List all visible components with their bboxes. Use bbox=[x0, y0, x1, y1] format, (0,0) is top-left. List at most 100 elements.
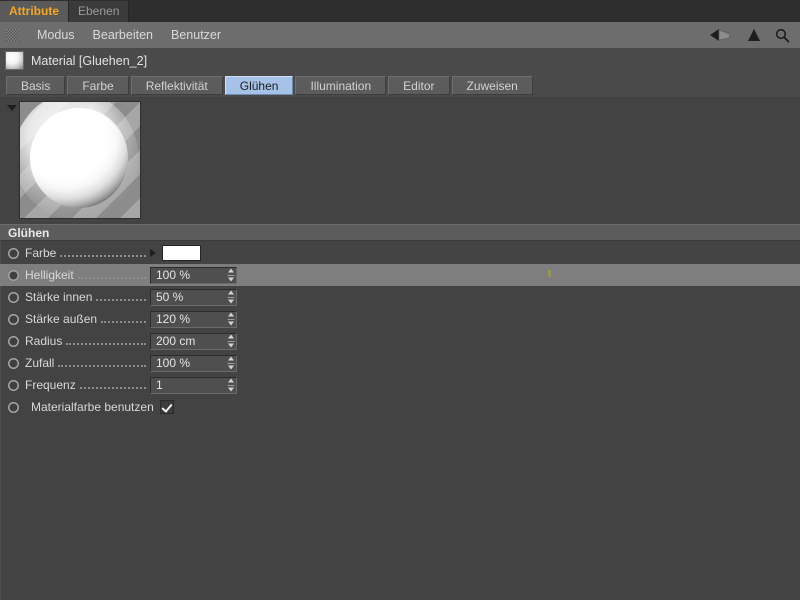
panel-tabstrip: Attribute Ebenen bbox=[0, 0, 800, 22]
object-title-bar: Material [Gluehen_2] bbox=[0, 48, 800, 74]
dotted-leader bbox=[96, 292, 146, 304]
material-preview-zone bbox=[0, 97, 800, 224]
dotted-leader bbox=[60, 248, 146, 260]
spinner-radius[interactable] bbox=[227, 334, 234, 348]
animation-track-bullet-icon[interactable] bbox=[8, 313, 19, 325]
tab-editor[interactable]: Editor bbox=[388, 75, 450, 95]
panel-tab-ebenen[interactable]: Ebenen bbox=[69, 1, 130, 22]
tab-illumination-label: Illumination bbox=[310, 78, 372, 93]
dotted-leader bbox=[79, 380, 146, 392]
checkbox-materialfarbe-benutzen[interactable] bbox=[159, 400, 174, 414]
material-sphere-icon bbox=[5, 51, 24, 70]
drag-grip-icon[interactable] bbox=[6, 29, 20, 41]
input-zufall[interactable]: 100 % bbox=[150, 354, 237, 372]
param-label-col-radius: Radius bbox=[0, 334, 150, 348]
input-helligkeit-value: 100 % bbox=[156, 268, 191, 282]
tab-editor-label: Editor bbox=[403, 78, 435, 93]
input-radius-value: 200 cm bbox=[156, 334, 196, 348]
panel-tab-ebenen-label: Ebenen bbox=[78, 4, 120, 18]
input-zufall-value: 100 % bbox=[156, 356, 191, 370]
section-header-gluehen: Glühen bbox=[0, 224, 800, 241]
param-label-col-farbe: Farbe bbox=[0, 246, 150, 260]
param-row-zufall: Zufall 100 % bbox=[0, 352, 800, 374]
input-staerke-innen[interactable]: 50 % bbox=[150, 288, 237, 306]
tab-gluehen[interactable]: Glühen bbox=[224, 75, 294, 95]
menu-item-modus-label: Modus bbox=[37, 27, 75, 42]
param-row-staerke-aussen: Stärke außen 120 % bbox=[0, 308, 800, 330]
tab-basis[interactable]: Basis bbox=[6, 75, 66, 95]
tab-illumination[interactable]: Illumination bbox=[295, 75, 387, 95]
up-arrow-icon[interactable] bbox=[747, 28, 761, 42]
animation-track-bullet-icon[interactable] bbox=[8, 247, 19, 259]
param-row-farbe: Farbe bbox=[0, 242, 800, 264]
param-label-col-helligkeit: Helligkeit bbox=[0, 268, 150, 282]
param-label-col-frequenz: Frequenz bbox=[0, 378, 150, 392]
menu-bar: Modus Bearbeiten Benutzer bbox=[0, 22, 800, 49]
input-radius[interactable]: 200 cm bbox=[150, 332, 237, 350]
expand-triangle-icon[interactable] bbox=[150, 249, 156, 257]
tab-farbe[interactable]: Farbe bbox=[67, 75, 129, 95]
animation-track-bullet-icon[interactable] bbox=[8, 401, 19, 413]
menu-item-benutzer[interactable]: Benutzer bbox=[162, 26, 230, 45]
param-label-farbe: Farbe bbox=[25, 246, 57, 260]
param-row-frequenz: Frequenz 1 bbox=[0, 374, 800, 396]
attribute-tab-row: Basis Farbe Reflektivität Glühen Illumin… bbox=[0, 73, 800, 97]
menu-item-modus[interactable]: Modus bbox=[28, 26, 84, 45]
param-label-frequenz: Frequenz bbox=[25, 378, 76, 392]
param-label-zufall: Zufall bbox=[25, 356, 55, 370]
param-row-staerke-innen: Stärke innen 50 % bbox=[0, 286, 800, 308]
color-swatch-farbe[interactable] bbox=[162, 245, 201, 261]
tab-farbe-label: Farbe bbox=[82, 78, 114, 93]
animation-track-bullet-icon[interactable] bbox=[8, 291, 19, 303]
object-title-label: Material [Gluehen_2] bbox=[31, 53, 148, 68]
tab-reflektivitaet[interactable]: Reflektivität bbox=[130, 75, 223, 95]
dotted-leader bbox=[58, 358, 146, 370]
animation-track-bullet-icon[interactable] bbox=[8, 335, 19, 347]
animation-track-bullet-icon[interactable] bbox=[8, 379, 19, 391]
animation-track-bullet-icon[interactable] bbox=[8, 357, 19, 369]
dotted-leader bbox=[77, 270, 146, 282]
input-frequenz[interactable]: 1 bbox=[150, 376, 237, 394]
panel-tab-attribute-label: Attribute bbox=[9, 4, 59, 18]
param-label-staerke-innen: Stärke innen bbox=[25, 290, 93, 304]
param-label-helligkeit: Helligkeit bbox=[25, 268, 74, 282]
param-row-materialfarbe-benutzen: Materialfarbe benutzen bbox=[0, 396, 800, 418]
dotted-leader bbox=[66, 336, 146, 348]
tab-zuweisen-label: Zuweisen bbox=[466, 78, 518, 93]
menu-bar-right-tools bbox=[709, 28, 800, 43]
param-label-materialfarbe-benutzen: Materialfarbe benutzen bbox=[31, 400, 154, 414]
tab-basis-label: Basis bbox=[21, 78, 51, 93]
preview-glow bbox=[20, 102, 138, 218]
param-label-staerke-aussen: Stärke außen bbox=[25, 312, 98, 326]
back-arrow-icon[interactable] bbox=[709, 28, 733, 42]
animation-track-bullet-icon[interactable] bbox=[8, 269, 19, 281]
attribute-manager-window: Attribute Ebenen Modus Bearbeiten Benutz… bbox=[0, 0, 800, 600]
input-frequenz-value: 1 bbox=[156, 378, 163, 392]
param-label-col-staerke-innen: Stärke innen bbox=[0, 290, 150, 304]
param-row-helligkeit: Helligkeit 100 % bbox=[0, 264, 800, 286]
cursor-artifact bbox=[548, 270, 551, 277]
spinner-zufall[interactable] bbox=[227, 356, 234, 370]
tab-gluehen-label: Glühen bbox=[239, 78, 279, 93]
menu-item-bearbeiten-label: Bearbeiten bbox=[92, 27, 153, 42]
spinner-frequenz[interactable] bbox=[227, 378, 234, 392]
input-staerke-aussen[interactable]: 120 % bbox=[150, 310, 237, 328]
menu-item-benutzer-label: Benutzer bbox=[171, 27, 222, 42]
input-staerke-innen-value: 50 % bbox=[156, 290, 184, 304]
param-label-col-staerke-aussen: Stärke außen bbox=[0, 312, 150, 326]
spinner-staerke-innen[interactable] bbox=[227, 290, 234, 304]
collapse-triangle-icon[interactable] bbox=[7, 105, 17, 111]
search-icon[interactable] bbox=[775, 28, 790, 43]
input-helligkeit[interactable]: 100 % bbox=[150, 266, 237, 284]
spinner-staerke-aussen[interactable] bbox=[227, 312, 234, 326]
material-preview-thumbnail[interactable] bbox=[19, 101, 141, 219]
parameter-list: Farbe Helligkeit 100 % Stärke innen 50 %… bbox=[0, 242, 800, 418]
menu-item-bearbeiten[interactable]: Bearbeiten bbox=[84, 26, 162, 45]
param-row-radius: Radius 200 cm bbox=[0, 330, 800, 352]
spinner-helligkeit[interactable] bbox=[227, 268, 234, 282]
tab-reflektivitaet-label: Reflektivität bbox=[145, 78, 208, 93]
tab-zuweisen[interactable]: Zuweisen bbox=[451, 75, 533, 95]
panel-tab-attribute[interactable]: Attribute bbox=[0, 1, 69, 22]
dotted-leader bbox=[101, 314, 146, 326]
section-header-label: Glühen bbox=[8, 226, 50, 240]
